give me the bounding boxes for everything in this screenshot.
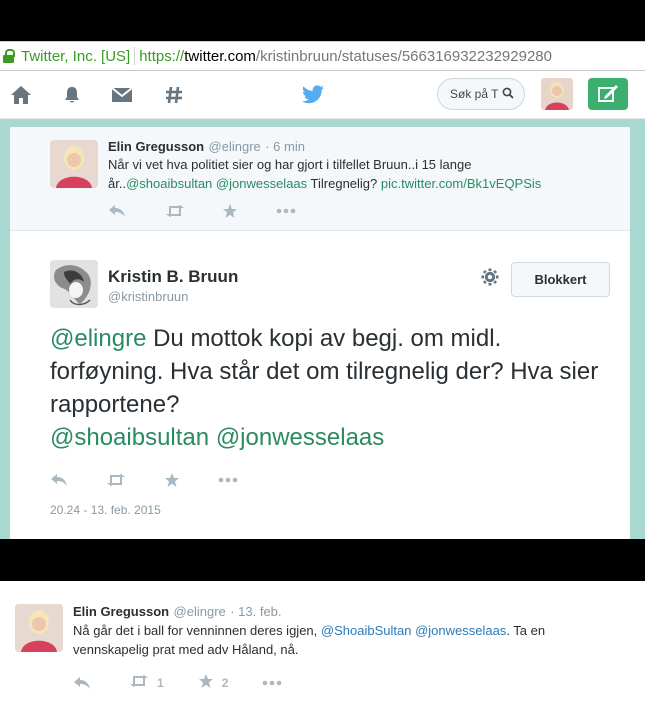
reply-tweet-name[interactable]: Elin Gregusson	[73, 604, 169, 619]
favorite-icon[interactable]	[222, 203, 238, 219]
more-icon[interactable]	[276, 208, 296, 214]
parent-tweet-name[interactable]: Elin Gregusson	[108, 139, 204, 154]
url-protocol: https://	[139, 47, 185, 65]
reply-tweet-avatar[interactable]	[15, 604, 63, 652]
blocked-button[interactable]: Blokkert	[511, 262, 610, 297]
gear-icon[interactable]	[481, 268, 499, 291]
mention-link[interactable]: @shoaibsultan	[126, 176, 212, 191]
url-host: twitter.com	[184, 47, 256, 65]
favorite-icon	[198, 673, 214, 692]
mention-link[interactable]: @jonwesselaas	[216, 176, 307, 191]
retweet-icon	[129, 674, 149, 691]
compose-tweet-button[interactable]	[588, 78, 628, 110]
notifications-icon[interactable]	[60, 83, 84, 107]
reply-tweet-prefix: Nå går det i ball for venninnen deres ig…	[73, 623, 318, 638]
favorite-count: 2	[221, 675, 229, 690]
retweet-icon[interactable]	[165, 204, 185, 218]
parent-tweet-handle[interactable]: @elingre	[209, 139, 261, 154]
parent-tweet-line2-prefix: år..	[108, 176, 127, 191]
pic-link[interactable]: pic.twitter.com/Bk1vEQPSis	[381, 176, 541, 191]
parent-tweet-avatar[interactable]	[50, 140, 98, 188]
parent-tweet-time[interactable]: · 6 min	[265, 139, 305, 154]
reply-tweet-text: Nå går det i ball for venninnen deres ig…	[73, 621, 633, 659]
mention-link[interactable]: @elingre	[50, 325, 146, 352]
retweet-count: 1	[157, 675, 164, 690]
browser-top-black-area	[0, 0, 645, 41]
discover-icon[interactable]	[162, 83, 186, 107]
main-tweet-handle[interactable]: @kristinbruun	[108, 289, 188, 304]
url-separator	[134, 47, 136, 65]
reply-tweet[interactable]: Elin Gregusson @elingre · 13. feb. Nå gå…	[0, 581, 645, 711]
twitter-bird-icon[interactable]	[300, 83, 326, 107]
parent-tweet-actions	[108, 203, 296, 219]
favorite-button[interactable]: 2	[198, 673, 229, 692]
reply-icon[interactable]	[73, 676, 91, 690]
user-avatar[interactable]	[541, 78, 573, 110]
lock-icon	[3, 49, 15, 63]
reply-tweet-line2: vennskapelig prat med adv Håland, nå.	[73, 642, 299, 657]
retweet-button[interactable]: 1	[129, 674, 164, 691]
reply-tweet-date[interactable]: · 13. feb.	[230, 604, 281, 619]
mention-link[interactable]: @shoaibsultan	[50, 424, 209, 451]
reply-tweet-actions: 1 2	[73, 673, 282, 692]
home-icon[interactable]	[9, 83, 33, 107]
parent-tweet-line2-mid: Tilregnelig?	[310, 176, 378, 191]
search-icon[interactable]	[502, 87, 515, 102]
parent-tweet-line1: Når vi vet hva politiet sier og har gjor…	[108, 157, 472, 172]
parent-tweet-line2: år..@shoaibsultan @jonwesselaas Tilregne…	[108, 174, 608, 193]
reply-icon[interactable]	[108, 204, 126, 218]
black-separator	[0, 539, 645, 581]
main-tweet-name[interactable]: Kristin B. Bruun	[108, 267, 238, 287]
parent-tweet[interactable]: Elin Gregusson @elingre · 6 min Når vi v…	[10, 127, 630, 231]
favorite-icon[interactable]	[164, 472, 180, 488]
retweet-icon[interactable]	[106, 473, 126, 487]
reply-tweet-line1: Nå går det i ball for venninnen deres ig…	[73, 621, 633, 640]
more-icon[interactable]	[262, 680, 282, 686]
reply-icon[interactable]	[50, 473, 68, 487]
url-text[interactable]: https://twitter.com/kristinbruun/statuse…	[139, 48, 552, 65]
main-tweet-timestamp[interactable]: 20.24 - 13. feb. 2015	[50, 503, 161, 517]
main-tweet-actions	[50, 472, 238, 488]
search-placeholder: Søk på T	[450, 87, 499, 101]
messages-icon[interactable]	[110, 83, 134, 107]
site-identity[interactable]: Twitter, Inc. [US]	[21, 48, 130, 65]
reply-tweet-handle[interactable]: @elingre	[174, 604, 226, 619]
main-tweet-text: @elingre Du mottok kopi av begj. om midl…	[50, 322, 620, 454]
parent-tweet-text: Når vi vet hva politiet sier og har gjor…	[108, 155, 608, 193]
reply-tweet-suffix: . Ta en	[506, 623, 546, 638]
mention-link[interactable]: @jonwesselaas	[216, 424, 384, 451]
mention-link[interactable]: @ShoaibSultan	[321, 623, 412, 638]
url-path: /kristinbruun/statuses/56631693223292928…	[255, 47, 552, 65]
main-tweet-avatar[interactable]	[50, 260, 98, 308]
search-input[interactable]: Søk på T	[437, 78, 525, 110]
compose-icon	[598, 85, 618, 102]
more-icon[interactable]	[218, 477, 238, 483]
address-bar[interactable]: Twitter, Inc. [US] https://twitter.com/k…	[0, 41, 645, 71]
mention-link[interactable]: @jonwesselaas	[415, 623, 506, 638]
